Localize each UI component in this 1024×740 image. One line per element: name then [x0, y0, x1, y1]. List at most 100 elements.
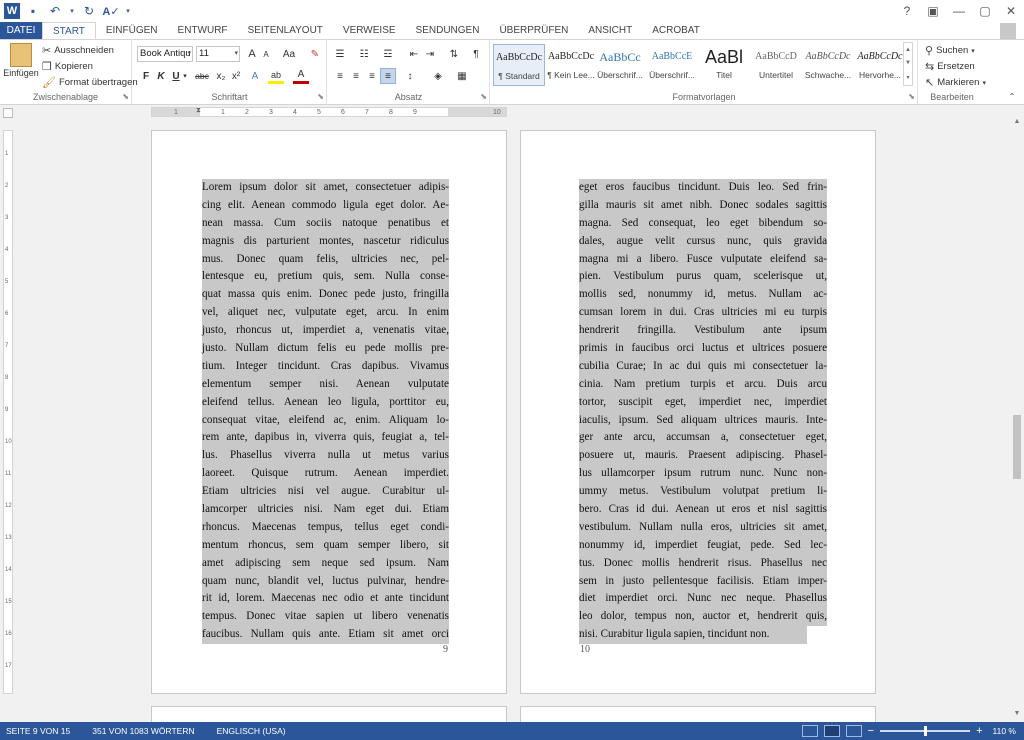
- chevron-down-icon[interactable]: ▾: [181, 68, 189, 84]
- chevron-down-icon[interactable]: ▾: [68, 2, 76, 20]
- numbering-icon[interactable]: ☷: [356, 46, 372, 62]
- page-count-status[interactable]: SEITE 9 VON 15: [0, 726, 76, 736]
- text-line[interactable]: amet adipiscing sem neque sed ipsum. Nam: [202, 554, 449, 573]
- style-title[interactable]: AaBl Titel: [698, 44, 750, 86]
- web-layout-icon[interactable]: [845, 725, 862, 737]
- text-line[interactable]: tortor, suscipit eget, imperdiet nec, im…: [579, 393, 827, 412]
- text-line[interactable]: elementum semper nisi. Aenean vulputate: [202, 375, 449, 394]
- page-text[interactable]: Lorem ipsum dolor sit amet, consectetuer…: [202, 179, 449, 645]
- font-color-button[interactable]: A: [293, 68, 309, 84]
- dialog-launcher-icon[interactable]: ⬊: [122, 92, 129, 101]
- document-page-12-top[interactable]: [520, 706, 876, 722]
- text-line[interactable]: vestibulum. Nullam nulla eros, ultricies…: [579, 518, 827, 537]
- change-case-button[interactable]: Aa: [279, 46, 299, 62]
- text-line[interactable]: dales, augue velit cursus nunc, quis gra…: [579, 232, 827, 251]
- text-line[interactable]: consequat vitae, eleifend ac, enim. Aliq…: [202, 411, 449, 430]
- text-line[interactable]: faucibus. Nullam quis ante. Etiam sit am…: [202, 626, 449, 645]
- align-left-icon[interactable]: ≡: [332, 68, 348, 84]
- subscript-button[interactable]: x₂: [213, 68, 229, 84]
- style-subtitle[interactable]: AaBbCcD Untertitel: [750, 44, 802, 86]
- bullets-icon[interactable]: ☰: [332, 46, 348, 62]
- style-emphasis[interactable]: AaBbCcDc Hervorhe...: [854, 44, 906, 86]
- text-line[interactable]: lus ullamcorper ipsum rutrum nunc. Nunc …: [579, 465, 827, 484]
- highlight-button[interactable]: ab: [268, 68, 284, 84]
- strikethrough-button[interactable]: abc: [193, 68, 211, 84]
- text-line[interactable]: vel, aliquet nec, vulputate eget, arcu. …: [202, 304, 449, 323]
- horizontal-ruler[interactable]: 1 1 2 3 4 5 6 7 8 9 10 ⧗: [151, 107, 507, 117]
- chevron-down-icon[interactable]: ▼: [1010, 710, 1024, 722]
- tab-design[interactable]: ENTWURF: [168, 22, 238, 39]
- undo-icon[interactable]: ↶: [46, 2, 64, 20]
- dialog-launcher-icon[interactable]: ⬊: [317, 92, 324, 101]
- document-page-9[interactable]: Lorem ipsum dolor sit amet, consectetuer…: [151, 130, 507, 694]
- text-line[interactable]: iaculis, ipsum. Sed aliquam ultrices mau…: [579, 411, 827, 430]
- line-spacing-icon[interactable]: ↕: [402, 68, 418, 84]
- chevron-up-icon[interactable]: ▲: [1010, 118, 1024, 130]
- word-count-status[interactable]: 351 VON 1083 WÖRTERN: [86, 726, 200, 736]
- decrease-indent-icon[interactable]: ⇤: [406, 46, 422, 62]
- text-line[interactable]: magnis dis parturient montes, nascetur r…: [202, 232, 449, 251]
- align-center-icon[interactable]: ≡: [348, 68, 364, 84]
- close-button[interactable]: ✕: [998, 0, 1024, 22]
- tab-view[interactable]: ANSICHT: [578, 22, 642, 39]
- text-line[interactable]: nonummy id, imperdiet feugiat, pede. Sed…: [579, 536, 827, 555]
- read-mode-icon[interactable]: [801, 725, 818, 737]
- format-painter-button[interactable]: 🖌 Format übertragen: [42, 76, 138, 89]
- show-marks-button[interactable]: ¶: [468, 46, 484, 62]
- tab-page-layout[interactable]: SEITENLAYOUT: [238, 22, 333, 39]
- text-line[interactable]: rhoncus. Maecenas tempus, tellus eget co…: [202, 518, 449, 537]
- zoom-slider-thumb[interactable]: [924, 726, 928, 736]
- dialog-launcher-icon[interactable]: ⬊: [480, 92, 487, 101]
- tab-acrobat[interactable]: ACROBAT: [642, 22, 710, 39]
- minimize-button[interactable]: —: [946, 0, 972, 22]
- document-page-11-top[interactable]: [151, 706, 507, 722]
- text-line[interactable]: Etiam ultricies nisi vel augue. Curabitu…: [202, 483, 449, 502]
- text-line[interactable]: tus. Donec mollis hendrerit risus. Phase…: [579, 554, 827, 573]
- italic-button[interactable]: K: [153, 68, 169, 84]
- text-line[interactable]: tium. Integer tincidunt. Cras dapibus. V…: [202, 357, 449, 376]
- cut-button[interactable]: ✂ Ausschneiden: [42, 44, 114, 57]
- text-line[interactable]: mus. Donec quam felis, ultricies nec, pe…: [202, 250, 449, 269]
- chevron-down-icon[interactable]: ▼: [905, 60, 911, 66]
- redo-icon[interactable]: ↻: [80, 2, 98, 20]
- avatar[interactable]: [1000, 23, 1016, 39]
- text-line[interactable]: lamcorper ultricies nisi. Nam eget dui. …: [202, 501, 449, 519]
- scrollbar-thumb[interactable]: [1013, 415, 1021, 479]
- vertical-ruler[interactable]: 1 2 3 4 5 6 7 8 9 10 11 12 13 14 15 16 1…: [3, 130, 13, 694]
- print-layout-icon[interactable]: [823, 725, 840, 737]
- text-line[interactable]: ummy metus. Vestibulum volutpat pretium …: [579, 483, 827, 502]
- style-heading-2[interactable]: AaBbCcE Überschrif...: [646, 44, 698, 86]
- text-line[interactable]: hendrerit fringilla. Vestibulum ante ips…: [579, 322, 827, 341]
- page-text[interactable]: eget eros faucibus tincidunt. Duis leo. …: [579, 179, 827, 645]
- text-line[interactable]: justo. Nullam dictum felis eu pede molli…: [202, 340, 449, 358]
- text-line[interactable]: diet imperdiet orci. Nunc nec neque. Pha…: [579, 590, 827, 609]
- tab-file[interactable]: DATEI: [0, 22, 42, 39]
- word-logo-icon[interactable]: W: [4, 3, 20, 19]
- text-line[interactable]: rem ante, dapibus in, viverra quis, feug…: [202, 429, 449, 448]
- zoom-slider[interactable]: [880, 726, 971, 736]
- zoom-level[interactable]: 110 %: [993, 726, 1016, 736]
- text-line[interactable]: primis in faucibus orci luctus et ultric…: [579, 340, 827, 358]
- text-line[interactable]: pien. Vestibulum purus quam, scelerisque…: [579, 268, 827, 287]
- text-line[interactable]: gilla mauris sit amet nibh. Donec sodale…: [579, 196, 827, 215]
- text-line[interactable]: mentum rhoncus, sem quam semper libero, …: [202, 536, 449, 555]
- bold-button[interactable]: F: [138, 68, 154, 84]
- chevron-up-icon[interactable]: ▲: [905, 47, 911, 53]
- text-line[interactable]: Lorem ipsum dolor sit amet, consectetuer…: [202, 179, 449, 197]
- style-subtle-emphasis[interactable]: AaBbCcDc Schwache...: [802, 44, 854, 86]
- document-page-10[interactable]: eget eros faucibus tincidunt. Duis leo. …: [520, 130, 876, 694]
- dialog-launcher-icon[interactable]: ⬊: [908, 92, 915, 101]
- text-line[interactable]: cubilia Curae; In ac dui quis mi consect…: [579, 357, 827, 376]
- find-button[interactable]: ⚲ Suchen ▾: [925, 44, 975, 57]
- text-line[interactable]: lentesque eu, pretium quis, sem. Nulla c…: [202, 268, 449, 287]
- text-line[interactable]: cumsan lorem in dui. Cras ultricies mi e…: [579, 304, 827, 323]
- more-icon[interactable]: ▾: [906, 74, 909, 81]
- text-line[interactable]: cing elit. Aenean commodo ligula eget do…: [202, 196, 449, 215]
- style-standard[interactable]: AaBbCcDc ¶ Standard: [493, 44, 545, 86]
- maximize-button[interactable]: ▢: [972, 0, 998, 22]
- multilevel-list-icon[interactable]: ☲: [380, 46, 396, 62]
- zoom-in-button[interactable]: +: [976, 725, 982, 737]
- borders-icon[interactable]: ▦: [454, 68, 470, 84]
- vertical-scrollbar[interactable]: ▲ ▼: [1010, 118, 1024, 722]
- style-heading-1[interactable]: AaBbCc Überschrif...: [594, 44, 646, 86]
